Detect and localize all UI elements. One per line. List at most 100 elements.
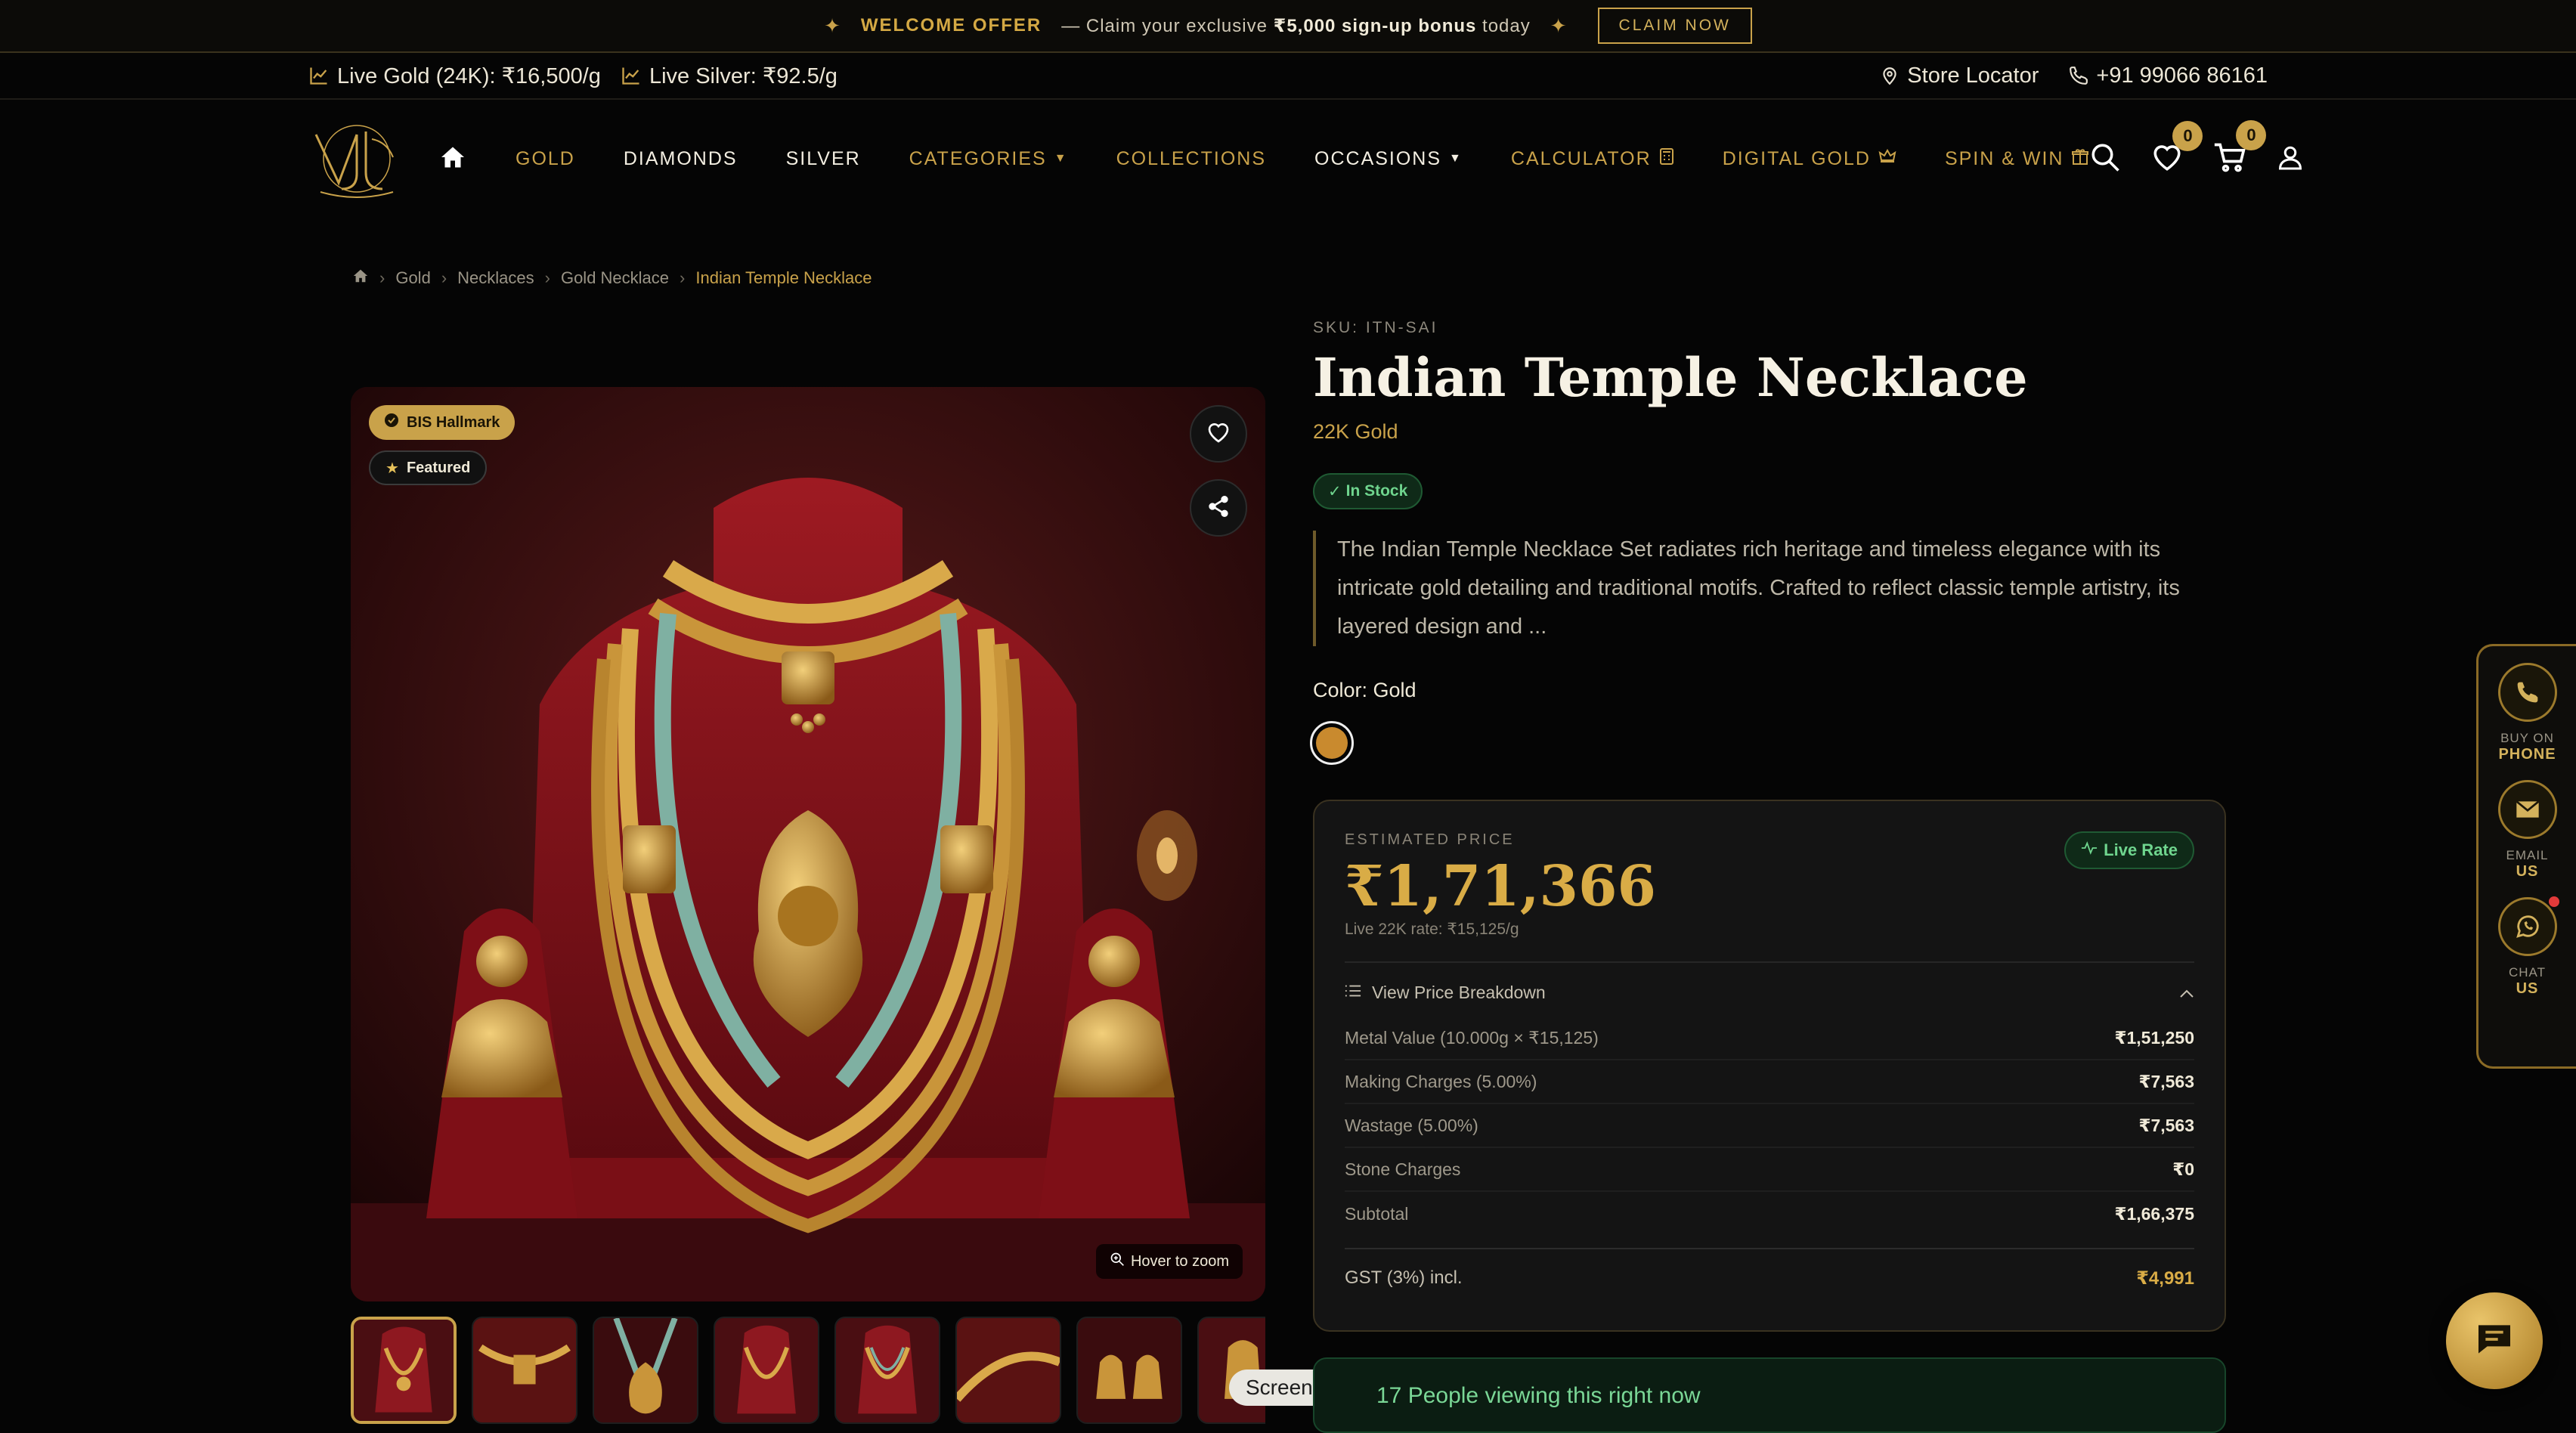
share-icon (1206, 494, 1231, 522)
zoom-hint-text: Hover to zoom (1130, 1252, 1229, 1270)
claim-now-button[interactable]: CLAIM NOW (1597, 8, 1752, 44)
live-rate-badge: Live Rate (2064, 831, 2194, 869)
breakdown-label: Subtotal (1345, 1203, 1409, 1224)
thumbnail[interactable] (593, 1317, 698, 1424)
zoom-hint: Hover to zoom (1095, 1244, 1243, 1279)
breadcrumb-home-icon[interactable] (352, 268, 369, 289)
breakdown-value: ₹0 (2172, 1159, 2194, 1179)
nav-collections[interactable]: COLLECTIONS (1116, 148, 1266, 170)
gst-label: GST (3%) incl. (1345, 1267, 1463, 1288)
brand-logo[interactable] (308, 116, 405, 201)
color-label: Color: Gold (1313, 679, 1416, 701)
breakdown-row-making-charges: Making Charges (5.00%) ₹7,563 (1345, 1060, 2194, 1104)
whatsapp-icon (2497, 896, 2559, 956)
silver-rate-text: Live Silver: ₹92.5/g (649, 63, 838, 88)
star-icon: ★ (385, 460, 399, 477)
gst-value: ₹4,991 (2136, 1268, 2194, 1289)
thumbnail[interactable] (714, 1317, 819, 1424)
gold-rate-text: Live Gold (24K): ₹16,500/g (337, 63, 601, 88)
nav-occasions[interactable]: OCCASIONS ▼ (1314, 148, 1463, 170)
chat-widget-button[interactable] (2446, 1292, 2543, 1389)
home-icon[interactable] (438, 144, 467, 175)
share-button[interactable] (1190, 479, 1247, 537)
caret-down-icon: ▼ (1054, 152, 1068, 165)
live-viewers-banner: 17 People viewing this right now (1313, 1357, 2226, 1433)
dock-label-top: EMAIL (2506, 848, 2549, 862)
email-us-button[interactable]: EMAIL US (2497, 780, 2557, 881)
thumbnail[interactable] (351, 1317, 457, 1424)
nav-spin-win[interactable]: SPIN & WIN (1945, 147, 2090, 171)
phone-icon (2497, 663, 2557, 722)
gst-row: GST (3%) incl. ₹4,991 (1345, 1248, 2194, 1289)
nav-calculator-label: CALCULATOR (1510, 147, 1652, 169)
breakdown-row-wastage: Wastage (5.00%) ₹7,563 (1345, 1104, 2194, 1148)
contact-dock: BUY ON PHONE EMAIL US CHAT US (2476, 644, 2576, 1069)
cart-button[interactable]: 0 (2213, 119, 2267, 177)
user-icon[interactable] (2277, 143, 2304, 175)
thumbnail[interactable] (955, 1317, 1061, 1424)
thumbnail[interactable] (1076, 1317, 1182, 1424)
heart-icon (1206, 421, 1231, 447)
promo-offer-label: WELCOME OFFER (860, 15, 1042, 36)
dock-label-bottom: US (2516, 980, 2539, 997)
zoom-icon (1110, 1252, 1125, 1271)
breakdown-label: Making Charges (5.00%) (1345, 1071, 1537, 1091)
nav-categories[interactable]: CATEGORIES ▼ (909, 148, 1068, 170)
phone-link[interactable]: +91 99066 86161 (2069, 63, 2268, 88)
bis-hallmark-badge: BIS Hallmark (369, 405, 516, 440)
promo-text-before: — Claim your exclusive (1061, 15, 1268, 36)
product-main-image[interactable]: BIS Hallmark ★ Featured Hover to zoom (351, 387, 1265, 1301)
breakdown-value: ₹1,66,375 (2114, 1203, 2194, 1224)
breadcrumb-gold-necklace[interactable]: Gold Necklace (561, 268, 669, 288)
dock-label-top: BUY ON (2500, 731, 2554, 745)
wishlist-button[interactable]: 0 (2151, 120, 2203, 176)
breadcrumb-gold[interactable]: Gold (395, 268, 430, 288)
breadcrumb: › Gold › Necklaces › Gold Necklace › Ind… (352, 268, 872, 289)
breakdown-row-metal-value: Metal Value (10.000g × ₹15,125) ₹1,51,250 (1345, 1017, 2194, 1060)
live-rate-badge-label: Live Rate (2104, 840, 2178, 859)
mail-icon (2497, 780, 2557, 839)
color-swatch-gold[interactable] (1310, 721, 1354, 765)
estimated-price: ₹1,71,366 (1345, 854, 1656, 919)
sparkle-icon: ✦ (824, 14, 841, 37)
check-icon: ✓ (1328, 482, 1342, 500)
necklace-image-illustration (351, 387, 1265, 1301)
calculator-icon (1659, 147, 1674, 171)
nav-categories-label: CATEGORIES (909, 147, 1047, 169)
promo-bonus: ₹5,000 sign-up bonus (1273, 15, 1477, 36)
promo-text: — Claim your exclusive ₹5,000 sign-up bo… (1061, 15, 1531, 37)
search-icon[interactable] (2089, 141, 2121, 177)
chat-us-button[interactable]: CHAT US (2497, 896, 2559, 998)
chevron-right-icon: › (379, 268, 385, 287)
nav-digital-gold[interactable]: DIGITAL GOLD (1723, 148, 1896, 170)
gold-rate: Live Gold (24K): ₹16,500/g (308, 63, 601, 89)
thumbnail[interactable] (834, 1317, 940, 1424)
store-locator-link[interactable]: Store Locator (1880, 63, 2039, 88)
breakdown-label: Stone Charges (1345, 1159, 1461, 1179)
nav-calculator[interactable]: CALCULATOR (1511, 147, 1674, 171)
price-breakdown-label: View Price Breakdown (1372, 983, 1546, 1002)
map-pin-icon (1880, 65, 1899, 86)
price-breakdown-toggle[interactable]: View Price Breakdown (1345, 961, 2194, 1003)
caret-down-icon: ▼ (1449, 152, 1463, 165)
add-to-wishlist-button[interactable] (1190, 405, 1247, 463)
breakdown-row-stone-charges: Stone Charges ₹0 (1345, 1148, 2194, 1192)
cart-icon (2213, 143, 2246, 176)
thumbnail[interactable] (472, 1317, 577, 1424)
dock-label-bottom: US (2516, 863, 2539, 880)
chat-bubble-icon (2473, 1318, 2516, 1364)
nav-silver[interactable]: SILVER (786, 148, 861, 170)
nav-digital-gold-label: DIGITAL GOLD (1722, 147, 1871, 169)
trend-chart-icon (308, 65, 330, 86)
product-sku: SKU: ITN-SAI (1313, 319, 1438, 336)
notification-dot (2548, 896, 2559, 907)
breadcrumb-necklaces[interactable]: Necklaces (457, 268, 534, 288)
in-stock-badge: ✓ In Stock (1313, 473, 1423, 509)
thumbnail-strip (351, 1317, 1265, 1424)
nav-diamonds[interactable]: DIAMONDS (624, 148, 738, 170)
nav-gold[interactable]: GOLD (516, 148, 575, 170)
featured-label: Featured (406, 459, 471, 476)
buy-on-phone-button[interactable]: BUY ON PHONE (2497, 663, 2557, 763)
silver-rate: Live Silver: ₹92.5/g (621, 63, 838, 89)
phone-icon (2069, 66, 2088, 85)
